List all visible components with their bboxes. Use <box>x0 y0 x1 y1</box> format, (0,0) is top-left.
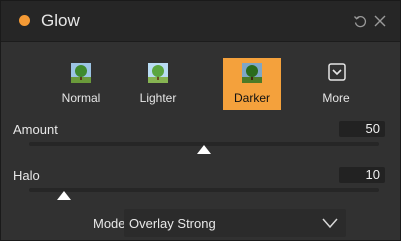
panel-title: Glow <box>41 11 80 30</box>
chevron-down-icon <box>322 218 338 229</box>
tree-icon <box>242 63 262 83</box>
glow-panel: Glow Normal Lighter Darker More Amount 5… <box>0 0 401 241</box>
preset-normal[interactable]: Normal <box>52 58 110 110</box>
halo-slider-track[interactable] <box>29 188 379 192</box>
close-icon[interactable] <box>373 14 387 28</box>
reset-icon[interactable] <box>353 14 367 28</box>
halo-label: Halo <box>13 168 40 183</box>
preset-darker[interactable]: Darker <box>223 58 281 110</box>
mode-value: Overlay Strong <box>129 216 216 231</box>
chevron-down-box-icon <box>328 63 346 81</box>
amount-label: Amount <box>13 122 58 137</box>
preset-more[interactable]: More <box>307 58 365 110</box>
mode-select[interactable]: Overlay Strong <box>124 209 346 237</box>
halo-slider-thumb[interactable] <box>57 191 71 200</box>
preset-label: Lighter <box>139 91 177 105</box>
tree-icon <box>71 63 91 83</box>
preset-label: More <box>322 91 350 105</box>
mode-label: Mode <box>93 216 126 231</box>
amount-slider-thumb[interactable] <box>197 145 211 154</box>
preset-label: Normal <box>61 91 101 105</box>
panel-header[interactable]: Glow <box>1 1 400 42</box>
tree-icon <box>148 63 168 83</box>
preset-lighter[interactable]: Lighter <box>129 58 187 110</box>
amount-value[interactable]: 50 <box>339 121 385 137</box>
preset-row: Normal Lighter Darker More <box>1 41 400 113</box>
preset-label: Darker <box>233 91 270 105</box>
halo-value[interactable]: 10 <box>339 167 385 183</box>
panel-toggle-dot[interactable] <box>19 15 30 26</box>
